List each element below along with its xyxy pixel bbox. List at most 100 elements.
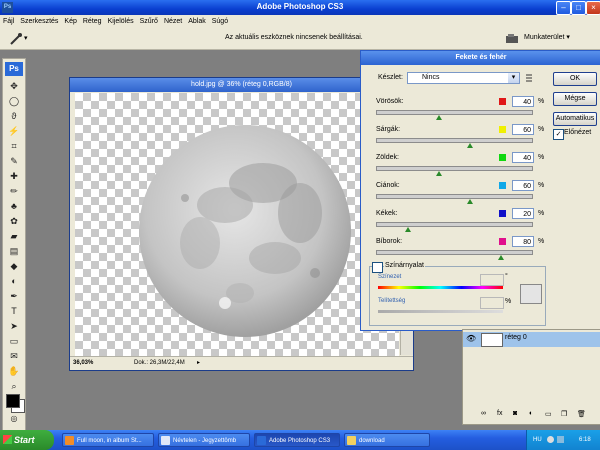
chevron-down-icon[interactable]: ▾	[508, 73, 519, 83]
greens-slider-track[interactable]	[376, 166, 533, 176]
lasso-tool-icon[interactable]: ϑ	[6, 109, 22, 123]
workspace-dropdown[interactable]: Munkaterület ▾	[524, 33, 570, 41]
toolbox-logo[interactable]: Ps	[5, 62, 23, 76]
greens-value[interactable]: 40	[512, 152, 534, 163]
eye-icon[interactable]: 👁	[466, 334, 476, 343]
start-button[interactable]: Start	[0, 430, 54, 450]
hand-tool-icon[interactable]: ✋	[6, 364, 22, 378]
taskbar-item-photoshop[interactable]: Adobe Photoshop CS3	[254, 433, 340, 447]
cyans-color-swatch	[499, 182, 506, 189]
tint-label: Színárnyalat	[384, 262, 425, 269]
brush-tool-icon[interactable]: ✏	[6, 184, 22, 198]
healing-brush-tool-icon[interactable]: ✚	[6, 169, 22, 183]
reds-slider-thumb[interactable]	[436, 115, 442, 120]
type-tool-icon[interactable]: T	[6, 304, 22, 318]
trash-icon[interactable]: 🗑	[577, 410, 586, 418]
blues-slider-thumb[interactable]	[405, 227, 411, 232]
close-button[interactable]: ×	[586, 1, 600, 15]
foreground-color-swatch[interactable]	[6, 394, 20, 408]
taskbar-item-label: download	[359, 438, 385, 444]
chevron-down-icon[interactable]: ▾	[24, 34, 28, 42]
hue-slider-track[interactable]	[378, 286, 503, 289]
magentas-value[interactable]: 80	[512, 236, 534, 247]
tint-color-preview[interactable]	[520, 284, 542, 304]
menu-view[interactable]: Nézet	[161, 15, 185, 28]
yellows-value[interactable]: 60	[512, 124, 534, 135]
move-tool-icon[interactable]: ✥	[6, 79, 22, 93]
notes-tool-icon[interactable]: ✉	[6, 349, 22, 363]
magic-wand-tool-icon[interactable]: ⚡	[6, 124, 22, 138]
firefox-icon	[65, 436, 74, 445]
link-layers-icon[interactable]: ∞	[481, 410, 486, 417]
reds-slider-track[interactable]	[376, 110, 533, 120]
adjustment-layer-icon[interactable]: ◐	[529, 410, 533, 417]
cyans-slider-thumb[interactable]	[467, 199, 473, 204]
menu-help[interactable]: Súgó	[209, 15, 231, 28]
menu-select[interactable]: Kijelölés	[105, 15, 137, 28]
taskbar-item-notepad[interactable]: Névtelen - Jegyzettömb	[158, 433, 250, 447]
hue-value	[480, 274, 504, 286]
network-icon[interactable]	[547, 436, 554, 443]
cancel-button[interactable]: Mégse	[553, 92, 597, 106]
yellows-slider-track[interactable]	[376, 138, 533, 148]
saturation-slider-track[interactable]	[378, 310, 503, 313]
language-indicator[interactable]: HU	[533, 430, 542, 450]
reds-value[interactable]: 40	[512, 96, 534, 107]
yellows-slider-thumb[interactable]	[467, 143, 473, 148]
menu-file[interactable]: Fájl	[0, 15, 17, 28]
auto-button[interactable]: Automatikus	[553, 112, 597, 126]
maximize-button[interactable]: □	[571, 1, 586, 15]
shape-tool-icon[interactable]: ▭	[6, 334, 22, 348]
blur-tool-icon[interactable]: ◆	[6, 259, 22, 273]
document-status-bar: 36,03% Dok.: 26,3M/22,4M ▸	[70, 356, 413, 370]
preset-select[interactable]: Nincs ▾	[407, 72, 520, 84]
new-layer-icon[interactable]: ❐	[561, 410, 567, 418]
blues-slider-track[interactable]	[376, 222, 533, 232]
layer-mask-icon[interactable]: ◙	[513, 410, 517, 417]
taskbar-item-browser[interactable]: Full moon, in album St...	[62, 433, 154, 447]
menu-edit[interactable]: Szerkesztés	[17, 15, 61, 28]
preview-checkbox[interactable]: ✓	[553, 129, 564, 140]
eraser-tool-icon[interactable]: ▰	[6, 229, 22, 243]
clone-stamp-tool-icon[interactable]: ♣	[6, 199, 22, 213]
layer-style-icon[interactable]: fx	[497, 410, 502, 417]
magentas-slider-thumb[interactable]	[498, 255, 504, 260]
pen-tool-icon[interactable]: ✒	[6, 289, 22, 303]
taskbar-item-download-folder[interactable]: download	[344, 433, 430, 447]
blues-color-swatch	[499, 210, 506, 217]
saturation-unit: %	[505, 298, 512, 305]
tint-checkbox[interactable]	[372, 262, 383, 273]
eyedropper-tool-icon[interactable]: ✎	[6, 154, 22, 168]
yellows-color-swatch	[499, 126, 506, 133]
layer-row[interactable]: 👁 réteg 0	[463, 332, 600, 347]
menu-filter[interactable]: Szűrő	[137, 15, 161, 28]
zoom-level[interactable]: 36,03%	[73, 357, 93, 370]
marquee-tool-icon[interactable]: ◯	[6, 94, 22, 108]
preset-menu-icon[interactable]	[525, 73, 535, 83]
chevron-right-icon[interactable]: ▸	[197, 357, 200, 370]
blues-value[interactable]: 20	[512, 208, 534, 219]
greens-slider-thumb[interactable]	[436, 171, 442, 176]
gradient-tool-icon[interactable]: ▤	[6, 244, 22, 258]
menu-window[interactable]: Ablak	[185, 15, 209, 28]
windows-logo-icon	[3, 435, 12, 444]
cyans-slider-track[interactable]	[376, 194, 533, 204]
path-selection-tool-icon[interactable]: ➤	[6, 319, 22, 333]
magentas-slider-track[interactable]	[376, 250, 533, 260]
menu-layer[interactable]: Réteg	[80, 15, 105, 28]
crop-tool-icon[interactable]: ⌗	[6, 139, 22, 153]
dodge-tool-icon[interactable]: ◐	[6, 274, 22, 288]
history-brush-tool-icon[interactable]: ✿	[6, 214, 22, 228]
minimize-button[interactable]: –	[556, 1, 571, 15]
photoshop-icon	[257, 436, 266, 445]
document-canvas[interactable]	[75, 93, 399, 363]
new-group-icon[interactable]: ▭	[545, 410, 552, 418]
volume-icon[interactable]	[557, 436, 564, 443]
ok-button[interactable]: OK	[553, 72, 597, 86]
menu-image[interactable]: Kép	[61, 15, 79, 28]
workspace-icon[interactable]	[505, 33, 519, 44]
quick-mask-icon[interactable]: ◎	[6, 412, 22, 426]
eyedropper-tool-preset-icon[interactable]	[9, 32, 23, 46]
cyans-value[interactable]: 60	[512, 180, 534, 191]
zoom-tool-icon[interactable]: ⌕	[6, 379, 22, 393]
